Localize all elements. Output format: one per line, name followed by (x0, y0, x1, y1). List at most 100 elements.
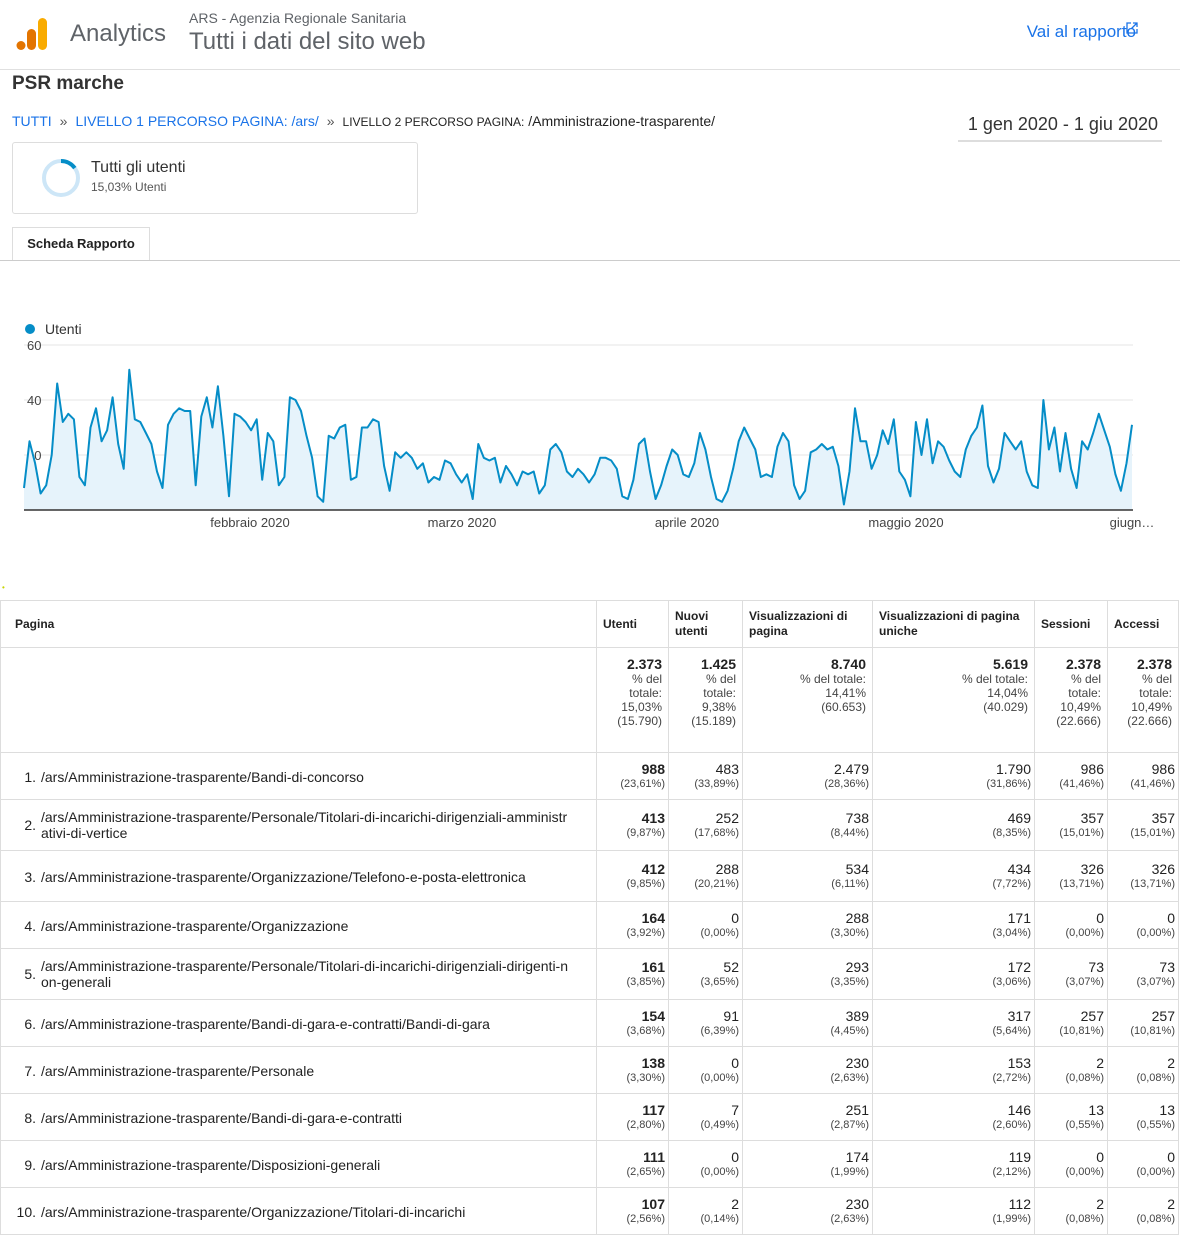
metric-value: 13 (1088, 1102, 1104, 1118)
metric-percent: (3,30%) (830, 927, 869, 939)
totals-cell: 5.619% del totale: 14,04% (40.029) (872, 647, 1035, 753)
metric-value: 107 (641, 1196, 665, 1212)
metric-percent: (0,14%) (700, 1213, 739, 1225)
page-path-link[interactable]: /ars/Amministrazione-trasparente/Bandi-d… (41, 769, 571, 785)
metric-value: 534 (845, 861, 869, 877)
metric-percent: (5,64%) (992, 1025, 1031, 1037)
metric-value: 986 (1080, 761, 1104, 777)
metric-cell: 146 (2,60%) (872, 1093, 1035, 1141)
page-path-link[interactable]: /ars/Amministrazione-trasparente/Organiz… (41, 869, 571, 885)
page-path-link[interactable]: /ars/Amministrazione-trasparente/Persona… (41, 958, 571, 990)
metric-value: 91 (723, 1008, 739, 1024)
total-percent-line: totale: (1139, 686, 1172, 700)
metric-value: 257 (1151, 1008, 1175, 1024)
page-cell: 6. /ars/Amministrazione-trasparente/Bandi… (0, 999, 597, 1047)
report-table: Pagina Utenti Nuovi utenti Visualizzazio… (0, 600, 1179, 1235)
column-header-users[interactable]: Utenti (596, 600, 669, 648)
column-header-new-users[interactable]: Nuovi utenti (668, 600, 743, 648)
metric-cell: 534 (6,11%) (742, 850, 873, 902)
column-header-pageviews[interactable]: Visualizzazioni di pagina (742, 600, 873, 648)
tab-report[interactable]: Scheda Rapporto (12, 227, 150, 261)
metric-cell: 174 (1,99%) (742, 1140, 873, 1188)
date-range-picker[interactable]: 1 gen 2020 - 1 giu 2020 (958, 114, 1162, 142)
metric-cell: 2 (0,08%) (1034, 1187, 1108, 1235)
metric-percent: (41,46%) (1059, 778, 1104, 790)
metric-percent: (3,07%) (1136, 976, 1175, 988)
external-link-icon[interactable] (1126, 22, 1138, 34)
metric-percent: (2,80%) (626, 1119, 665, 1131)
legend-label[interactable]: Utenti (45, 321, 82, 337)
metric-cell: 73 (3,07%) (1107, 948, 1179, 1000)
page-path-link[interactable]: /ars/Amministrazione-trasparente/Bandi-d… (41, 1016, 571, 1032)
metric-cell: 164 (3,92%) (596, 901, 669, 949)
open-report-link[interactable]: Vai al rapporto (1027, 22, 1136, 42)
metric-cell: 1.790 (31,86%) (872, 752, 1035, 800)
property-name[interactable]: Tutti i dati del sito web (189, 28, 426, 56)
total-percent-line: % del totale: (799, 672, 866, 686)
metric-cell: 107 (2,56%) (596, 1187, 669, 1235)
metric-percent: (0,00%) (1136, 927, 1175, 939)
analytics-logo-icon[interactable] (16, 16, 48, 52)
metric-value: 988 (641, 761, 665, 777)
breadcrumb-level2-value: /Amministrazione-trasparente/ (528, 113, 716, 129)
table-row[interactable]: 5. /ars/Amministrazione-trasparente/Perso… (0, 948, 1179, 1000)
metric-cell: 293 (3,35%) (742, 948, 873, 1000)
metric-percent: (0,49%) (700, 1119, 739, 1131)
breadcrumb-all[interactable]: TUTTI (12, 113, 52, 129)
metric-cell: 0 (0,00%) (1107, 1140, 1179, 1188)
page-path-link[interactable]: /ars/Amministrazione-trasparente/Organiz… (41, 1204, 571, 1220)
column-header-unique-pageviews[interactable]: Visualizzazioni di pagina uniche (872, 600, 1035, 648)
metric-percent: (15,01%) (1130, 827, 1175, 839)
metric-value: 2.479 (833, 761, 869, 777)
breadcrumb-level1[interactable]: LIVELLO 1 PERCORSO PAGINA: /ars/ (75, 113, 318, 129)
page-path-link[interactable]: /ars/Amministrazione-trasparente/Organiz… (41, 918, 571, 934)
page-cell: 8. /ars/Amministrazione-trasparente/Bandi… (0, 1093, 597, 1141)
table-row[interactable]: 2. /ars/Amministrazione-trasparente/Perso… (0, 799, 1179, 851)
legend-marker (25, 324, 35, 334)
row-rank: 10. (16, 1203, 36, 1220)
page-path-link[interactable]: /ars/Amministrazione-trasparente/Persona… (41, 1063, 571, 1079)
account-name[interactable]: ARS - Agenzia Regionale Sanitaria (189, 10, 406, 26)
metric-value: 986 (1151, 761, 1175, 777)
total-percent-line: totale: (629, 686, 662, 700)
row-rank: 5. (24, 966, 36, 982)
table-row[interactable]: 10. /ars/Amministrazione-trasparente/Orga… (0, 1187, 1179, 1235)
metric-value: 483 (715, 761, 739, 777)
total-value: 1.425 (700, 656, 736, 672)
metric-cell: 154 (3,68%) (596, 999, 669, 1047)
metric-value: 0 (731, 910, 739, 926)
metric-value: 161 (641, 959, 665, 975)
table-row[interactable]: 6. /ars/Amministrazione-trasparente/Bandi… (0, 999, 1179, 1047)
table-row[interactable]: 9. /ars/Amministrazione-trasparente/Dispo… (0, 1140, 1179, 1188)
metric-percent: (13,71%) (1059, 878, 1104, 890)
page-path-link[interactable]: /ars/Amministrazione-trasparente/Bandi-d… (41, 1110, 571, 1126)
metric-percent: (0,55%) (1136, 1119, 1175, 1131)
metric-value: 164 (641, 910, 665, 926)
metric-value: 2 (1096, 1055, 1104, 1071)
metric-cell: 2 (0,08%) (1107, 1187, 1179, 1235)
metric-value: 73 (1088, 959, 1104, 975)
metric-percent: (13,71%) (1130, 878, 1175, 890)
users-line-chart: Utenti 604020 febbraio 2020 marzo 2020 apr… (23, 321, 1154, 530)
table-row[interactable]: 1. /ars/Amministrazione-trasparente/Bandi… (0, 752, 1179, 800)
metric-value: 2 (1167, 1196, 1175, 1212)
metric-value: 171 (1007, 910, 1031, 926)
page-cell: 1. /ars/Amministrazione-trasparente/Bandi… (0, 752, 597, 800)
total-percent-line: % del (1070, 672, 1101, 686)
column-header-sessions[interactable]: Sessioni (1034, 600, 1108, 648)
page-path-link[interactable]: /ars/Amministrazione-trasparente/Disposi… (41, 1157, 571, 1173)
table-row[interactable]: 8. /ars/Amministrazione-trasparente/Bandi… (0, 1093, 1179, 1141)
metric-value: 154 (641, 1008, 665, 1024)
table-row[interactable]: 4. /ars/Amministrazione-trasparente/Organ… (0, 901, 1179, 949)
metric-cell: 7 (0,49%) (668, 1093, 743, 1141)
column-header-page[interactable]: Pagina (0, 600, 597, 648)
segment-card[interactable]: Tutti gli utenti 15,03% Utenti (12, 142, 418, 214)
page-path-link[interactable]: /ars/Amministrazione-trasparente/Persona… (41, 809, 571, 841)
metric-cell: 0 (0,00%) (668, 1046, 743, 1094)
table-row[interactable]: 3. /ars/Amministrazione-trasparente/Organ… (0, 850, 1179, 902)
column-header-entrances[interactable]: Accessi (1107, 600, 1179, 648)
metric-percent: (2,63%) (830, 1072, 869, 1084)
table-row[interactable]: 7. /ars/Amministrazione-trasparente/Perso… (0, 1046, 1179, 1094)
metric-cell: 13 (0,55%) (1034, 1093, 1108, 1141)
metric-cell: 257 (10,81%) (1107, 999, 1179, 1047)
